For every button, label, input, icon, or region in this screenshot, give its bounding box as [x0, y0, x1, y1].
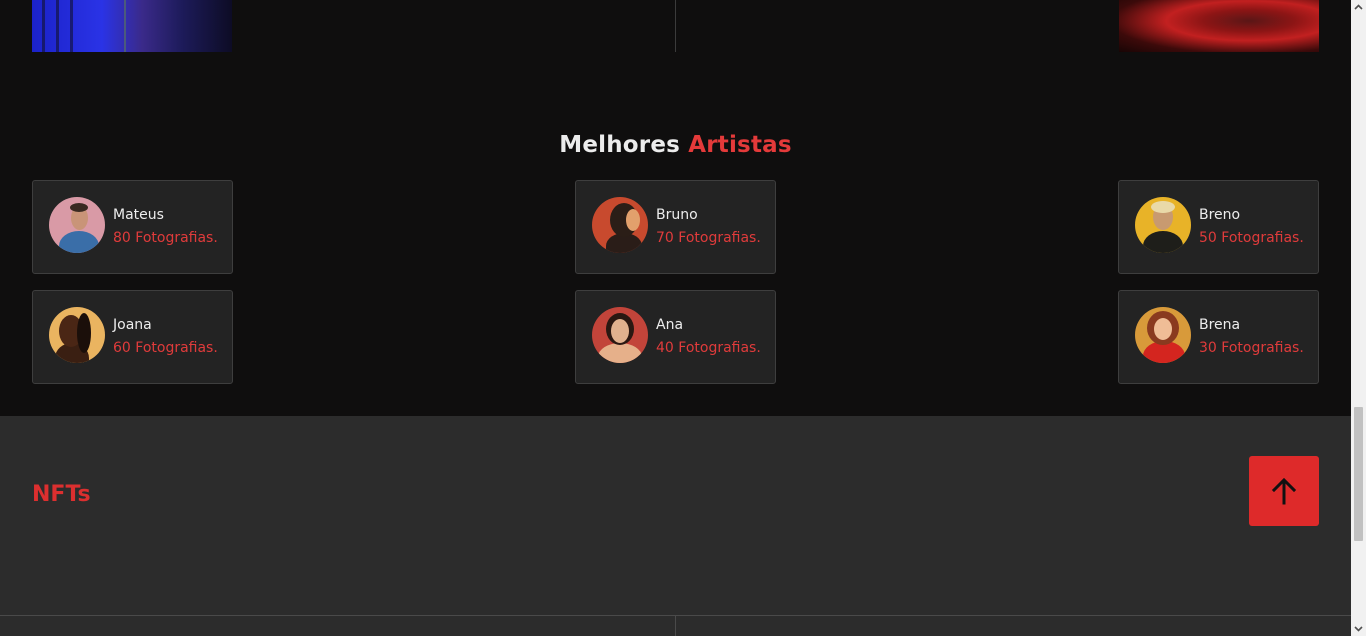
avatar — [49, 197, 105, 253]
artist-card-mateus[interactable]: Mateus 80 Fotografias. — [32, 180, 233, 274]
back-to-top-button[interactable] — [1249, 456, 1319, 526]
artist-photo-count: 80 Fotografias. — [113, 230, 218, 246]
artist-photo-count: 40 Fotografias. — [656, 340, 761, 356]
gallery-image-blue[interactable] — [32, 0, 232, 52]
nft-section: NFTs — [0, 416, 1351, 636]
artist-name: Mateus — [113, 207, 164, 223]
artist-name: Breno — [1199, 207, 1241, 223]
avatar — [1135, 197, 1191, 253]
scrollbar[interactable] — [1351, 0, 1366, 636]
scroll-up-icon[interactable] — [1351, 0, 1366, 15]
artist-name: Brena — [1199, 317, 1241, 333]
nft-title: NFTs — [32, 482, 91, 507]
scroll-down-icon[interactable] — [1351, 621, 1366, 636]
artist-name: Ana — [656, 317, 684, 333]
artist-photo-count: 30 Fotografias. — [1199, 340, 1304, 356]
artist-name: Bruno — [656, 207, 698, 223]
artist-card-brena[interactable]: Brena 30 Fotografias. — [1118, 290, 1319, 384]
artist-photo-count: 60 Fotografias. — [113, 340, 218, 356]
section-title-white: Melhores — [559, 132, 681, 158]
page: Melhores Artistas Mateus 80 Fotografias.… — [0, 0, 1351, 636]
avatar — [592, 197, 648, 253]
section-title-red: Artistas — [688, 132, 792, 158]
artist-photo-count: 50 Fotografias. — [1199, 230, 1304, 246]
section-title: Melhores Artistas — [0, 132, 1351, 158]
artist-photo-count: 70 Fotografias. — [656, 230, 761, 246]
arrow-up-icon — [1271, 477, 1297, 505]
artist-name: Joana — [113, 317, 152, 333]
gallery-divider — [675, 0, 676, 52]
artist-card-bruno[interactable]: Bruno 70 Fotografias. — [575, 180, 776, 274]
avatar — [592, 307, 648, 363]
artist-card-joana[interactable]: Joana 60 Fotografias. — [32, 290, 233, 384]
divider — [675, 615, 676, 636]
scrollbar-thumb[interactable] — [1354, 407, 1363, 541]
avatar — [1135, 307, 1191, 363]
gallery-image-red[interactable] — [1119, 0, 1319, 52]
artist-card-breno[interactable]: Breno 50 Fotografias. — [1118, 180, 1319, 274]
avatar — [49, 307, 105, 363]
artist-card-ana[interactable]: Ana 40 Fotografias. — [575, 290, 776, 384]
